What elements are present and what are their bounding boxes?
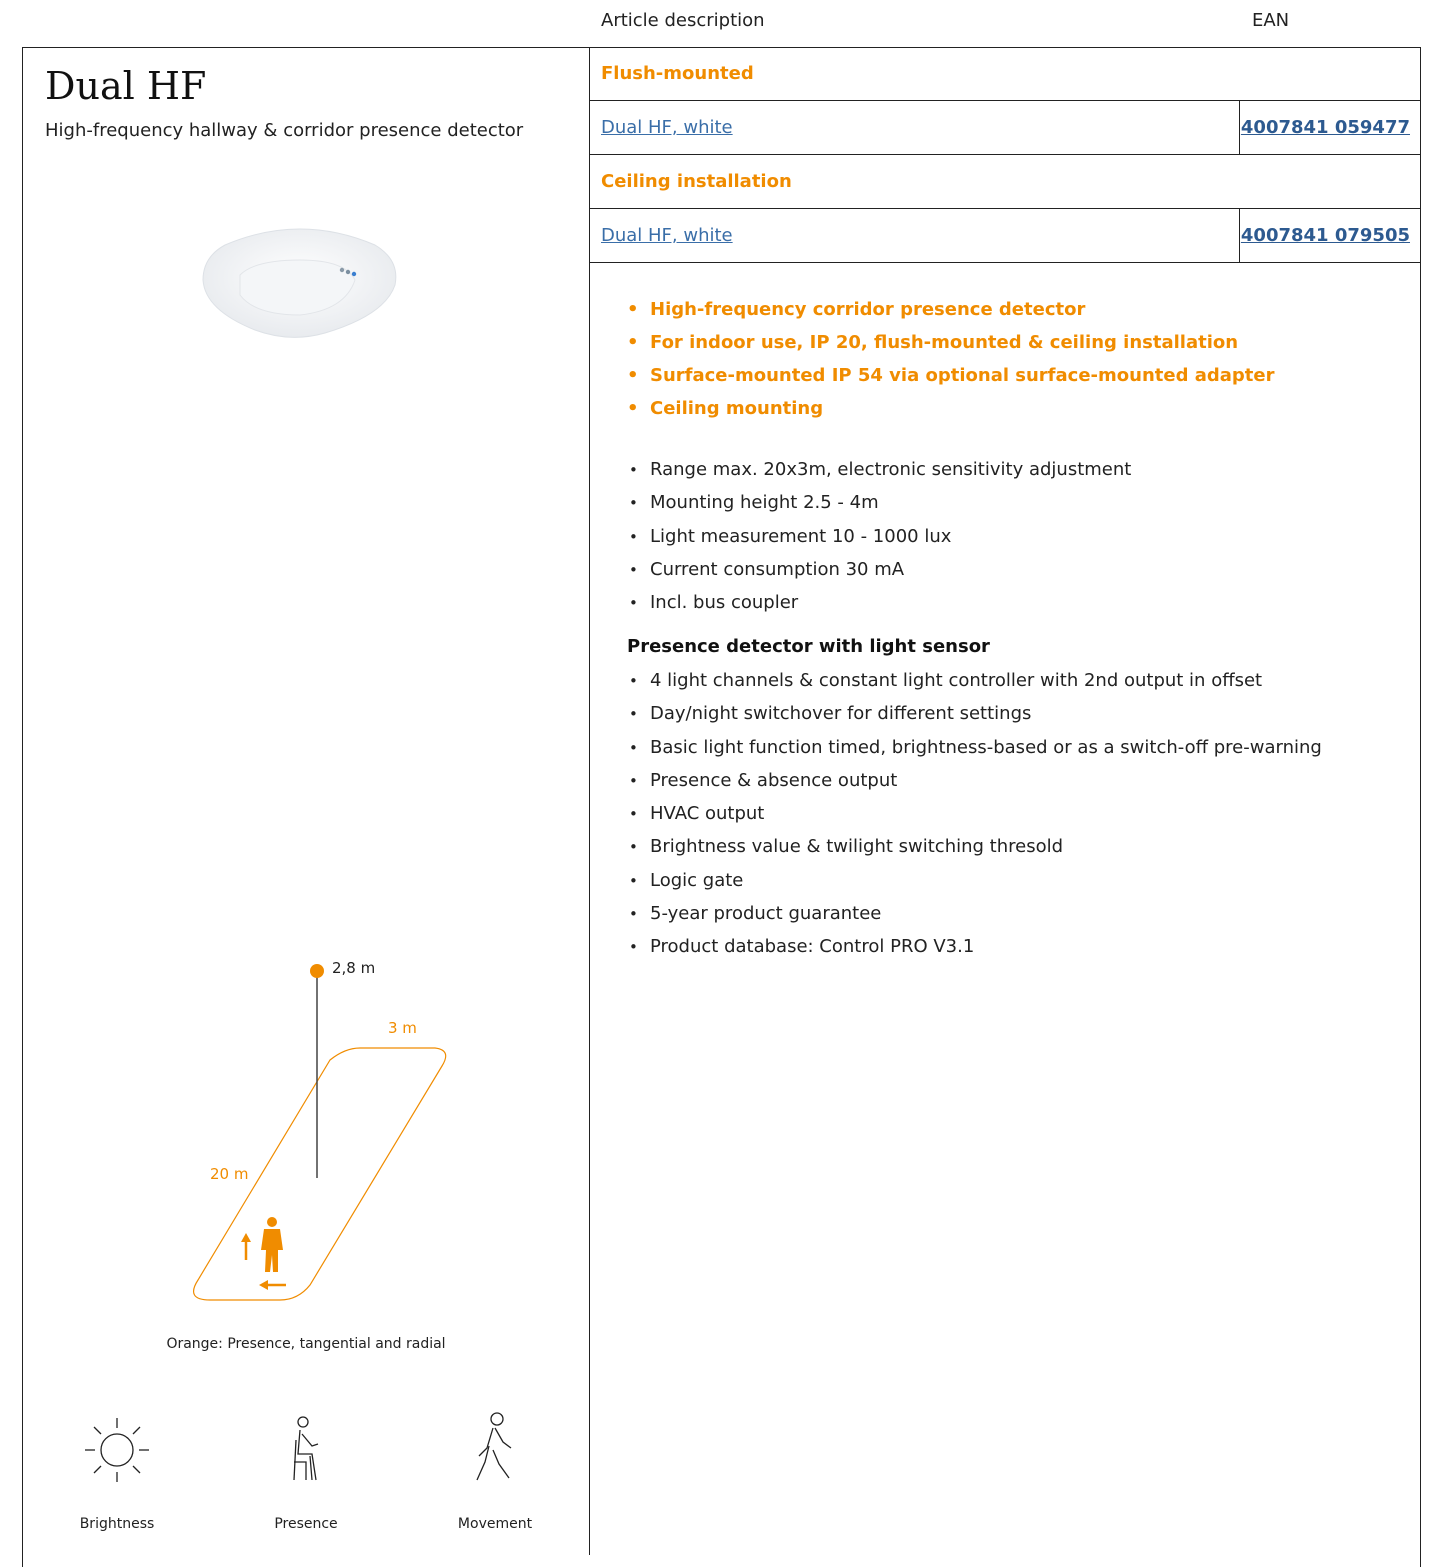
table-group-heading: Flush-mounted	[590, 47, 1421, 101]
header-ean: EAN	[1252, 10, 1290, 31]
diagram-caption: Orange: Presence, tangential and radial	[166, 1336, 446, 1352]
movement-icon-cell: Movement	[435, 1410, 555, 1550]
spec-item: Mounting height 2.5 - 4m	[627, 490, 1131, 523]
group-heading-ceiling: Ceiling installation	[601, 171, 792, 192]
group-heading-flush: Flush-mounted	[601, 63, 754, 84]
radial-arrow-icon	[259, 1280, 286, 1290]
feature-item: Surface-mounted IP 54 via optional surfa…	[627, 363, 1274, 396]
function-item: Day/night switchover for different setti…	[627, 701, 1322, 734]
product-image	[202, 228, 397, 338]
spec-item: Range max. 20x3m, electronic sensitivity…	[627, 457, 1131, 490]
table-group-heading: Ceiling installation	[590, 155, 1421, 209]
ean-cell: 4007841 079505	[1239, 209, 1422, 262]
table-row: Dual HF, white 4007841 059477	[590, 101, 1421, 155]
spec-item: Incl. bus coupler	[627, 590, 1131, 623]
walking-person-icon	[476, 1412, 512, 1481]
presence-label: Presence	[274, 1516, 338, 1532]
brightness-icon-cell: Brightness	[57, 1410, 177, 1550]
product-title: Dual HF	[45, 64, 207, 108]
function-item: Logic gate	[627, 868, 1322, 901]
feature-item: Ceiling mounting	[627, 396, 1274, 429]
detector-dot	[310, 964, 324, 978]
feature-list: High-frequency corridor presence detecto…	[627, 297, 1274, 429]
feature-item: High-frequency corridor presence detecto…	[627, 297, 1274, 330]
function-item: 4 light channels & constant light contro…	[627, 668, 1322, 701]
function-item: Brightness value & twilight switching th…	[627, 834, 1322, 867]
detection-range-diagram: 2,8 m 3 m 20 m	[192, 959, 447, 1301]
brightness-label: Brightness	[79, 1516, 155, 1532]
product-subtitle: High-frequency hallway & corridor presen…	[45, 120, 524, 141]
spec-item: Light measurement 10 - 1000 lux	[627, 524, 1131, 557]
spec-list: Range max. 20x3m, electronic sensitivity…	[627, 457, 1131, 623]
function-item: HVAC output	[627, 801, 1322, 834]
height-label: 2,8 m	[332, 959, 375, 977]
column-divider	[589, 47, 590, 1555]
ean-link[interactable]: 4007841 059477	[1241, 117, 1410, 138]
function-item: Basic light function timed, brightness-b…	[627, 735, 1322, 768]
detection-type-icons: Brightness Presence Movement	[22, 1410, 589, 1550]
sun-icon	[85, 1418, 149, 1482]
seated-person-icon	[293, 1416, 319, 1481]
table-row: Dual HF, white 4007841 079505	[590, 209, 1421, 263]
ean-cell: 4007841 059477	[1239, 101, 1422, 154]
walking-person-figure	[261, 1217, 283, 1272]
section-heading: Presence detector with light sensor	[627, 636, 990, 657]
function-item: 5-year product guarantee	[627, 901, 1322, 934]
function-item: Presence & absence output	[627, 768, 1322, 801]
article-link[interactable]: Dual HF, white	[601, 117, 733, 138]
width-label: 3 m	[388, 1019, 417, 1037]
function-list: 4 light channels & constant light contro…	[627, 668, 1322, 968]
tangential-arrow-icon	[241, 1233, 251, 1260]
presence-icon-cell: Presence	[246, 1410, 366, 1550]
header-article-description: Article description	[601, 10, 765, 31]
ean-link[interactable]: 4007841 079505	[1241, 225, 1410, 246]
spec-item: Current consumption 30 mA	[627, 557, 1131, 590]
article-link[interactable]: Dual HF, white	[601, 225, 733, 246]
feature-item: For indoor use, IP 20, flush-mounted & c…	[627, 330, 1274, 363]
movement-label: Movement	[457, 1516, 533, 1532]
function-item: Product database: Control PRO V3.1	[627, 934, 1322, 967]
length-label: 20 m	[210, 1165, 248, 1183]
